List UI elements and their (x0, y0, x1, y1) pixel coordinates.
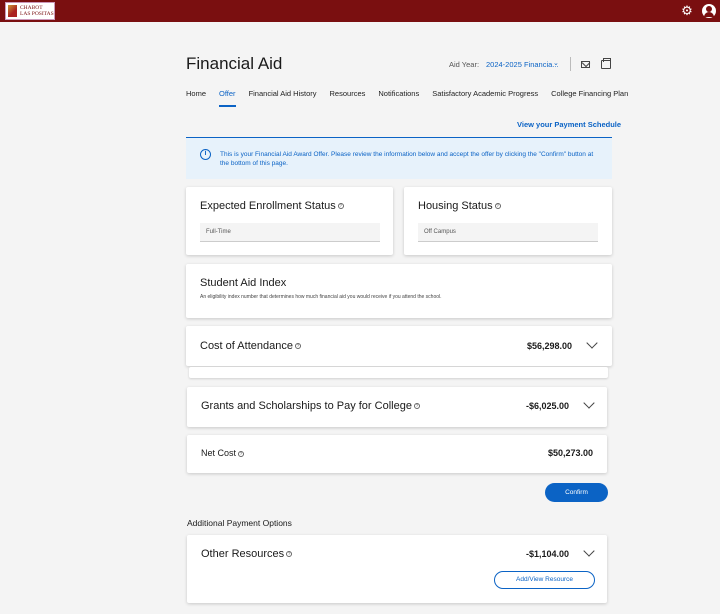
aid-year-select[interactable]: 2024-2025 Financia... (486, 60, 559, 69)
gear-icon[interactable]: ⚙ (680, 4, 694, 18)
payment-schedule-link[interactable]: View your Payment Schedule (517, 120, 621, 129)
tab-satisfactory-academic-progress[interactable]: Satisfactory Academic Progress (432, 89, 538, 103)
cost-of-attendance-expanded-area (189, 367, 608, 378)
net-cost-amount: $50,273.00 (548, 448, 594, 458)
user-icon[interactable] (702, 4, 716, 18)
logo-line-2: LAS POSITAS (20, 11, 54, 17)
other-resources-amount: -$1,104.00 (526, 549, 570, 559)
cost-of-attendance-card[interactable]: Cost of Attendance? $56,298.00 (186, 326, 612, 366)
enrollment-status-title: Expected Enrollment Status? (200, 200, 344, 212)
tab-home[interactable]: Home (186, 89, 206, 103)
student-aid-index-card: Student Aid Index An eligibility index n… (186, 264, 612, 318)
grants-scholarships-card[interactable]: Grants and Scholarships to Pay for Colle… (187, 387, 607, 427)
confirm-button[interactable]: Confirm (545, 483, 608, 502)
net-cost-card: Net Cost? $50,273.00 (187, 435, 607, 473)
chevron-down-icon[interactable] (586, 337, 598, 349)
help-icon[interactable]: ? (337, 203, 344, 210)
cost-of-attendance-title: Cost of Attendance? (200, 340, 301, 352)
aid-year-label: Aid Year: (449, 60, 480, 69)
grants-scholarships-title: Grants and Scholarships to Pay for Colle… (201, 400, 420, 412)
chevron-down-icon[interactable] (583, 545, 595, 557)
cost-of-attendance-amount: $56,298.00 (527, 341, 573, 351)
print-icon[interactable] (601, 58, 611, 69)
top-bar: CHABOT LAS POSITAS ⚙ (0, 0, 720, 22)
housing-status-value: Off Campus (418, 223, 598, 242)
logo-mark-icon (8, 5, 17, 17)
college-logo[interactable]: CHABOT LAS POSITAS (5, 2, 55, 20)
housing-status-title: Housing Status? (418, 200, 501, 212)
tab-financial-aid-history[interactable]: Financial Aid History (249, 89, 317, 103)
help-icon[interactable]: ? (238, 450, 245, 457)
grants-scholarships-amount: -$6,025.00 (526, 401, 570, 411)
net-cost-title: Net Cost? (201, 448, 245, 458)
tab-offer[interactable]: Offer (219, 89, 236, 107)
other-resources-card: Other Resources? -$1,104.00 (187, 535, 607, 603)
help-icon[interactable]: ? (294, 343, 301, 350)
info-icon: i (200, 149, 211, 160)
student-aid-index-title: Student Aid Index (200, 277, 287, 289)
enrollment-status-value: Full-Time (200, 223, 380, 242)
help-icon[interactable]: ? (286, 551, 293, 558)
info-banner: i This is your Financial Aid Award Offer… (186, 137, 612, 179)
divider (570, 57, 571, 71)
mail-icon[interactable] (581, 61, 590, 68)
add-view-resource-button[interactable]: Add/View Resource (494, 571, 595, 589)
other-resources-title: Other Resources? (201, 548, 293, 560)
housing-status-card: Housing Status? Off Campus (404, 187, 612, 255)
tab-notifications[interactable]: Notifications (378, 89, 419, 103)
tab-resources[interactable]: Resources (330, 89, 366, 103)
chevron-down-icon[interactable]: ⌄ (553, 59, 559, 67)
tab-bar: Home Offer Financial Aid History Resourc… (186, 89, 641, 107)
info-banner-text: This is your Financial Aid Award Offer. … (220, 151, 594, 167)
chevron-down-icon[interactable] (583, 397, 595, 409)
tab-college-financing-plan[interactable]: College Financing Plan (551, 89, 628, 103)
help-icon[interactable]: ? (413, 403, 420, 410)
page-title: Financial Aid (186, 54, 283, 73)
enrollment-status-card: Expected Enrollment Status? Full-Time (186, 187, 393, 255)
additional-payment-options-heading: Additional Payment Options (187, 518, 292, 528)
student-aid-index-description: An eligibility index number that determi… (200, 294, 442, 300)
help-icon[interactable]: ? (494, 203, 501, 210)
